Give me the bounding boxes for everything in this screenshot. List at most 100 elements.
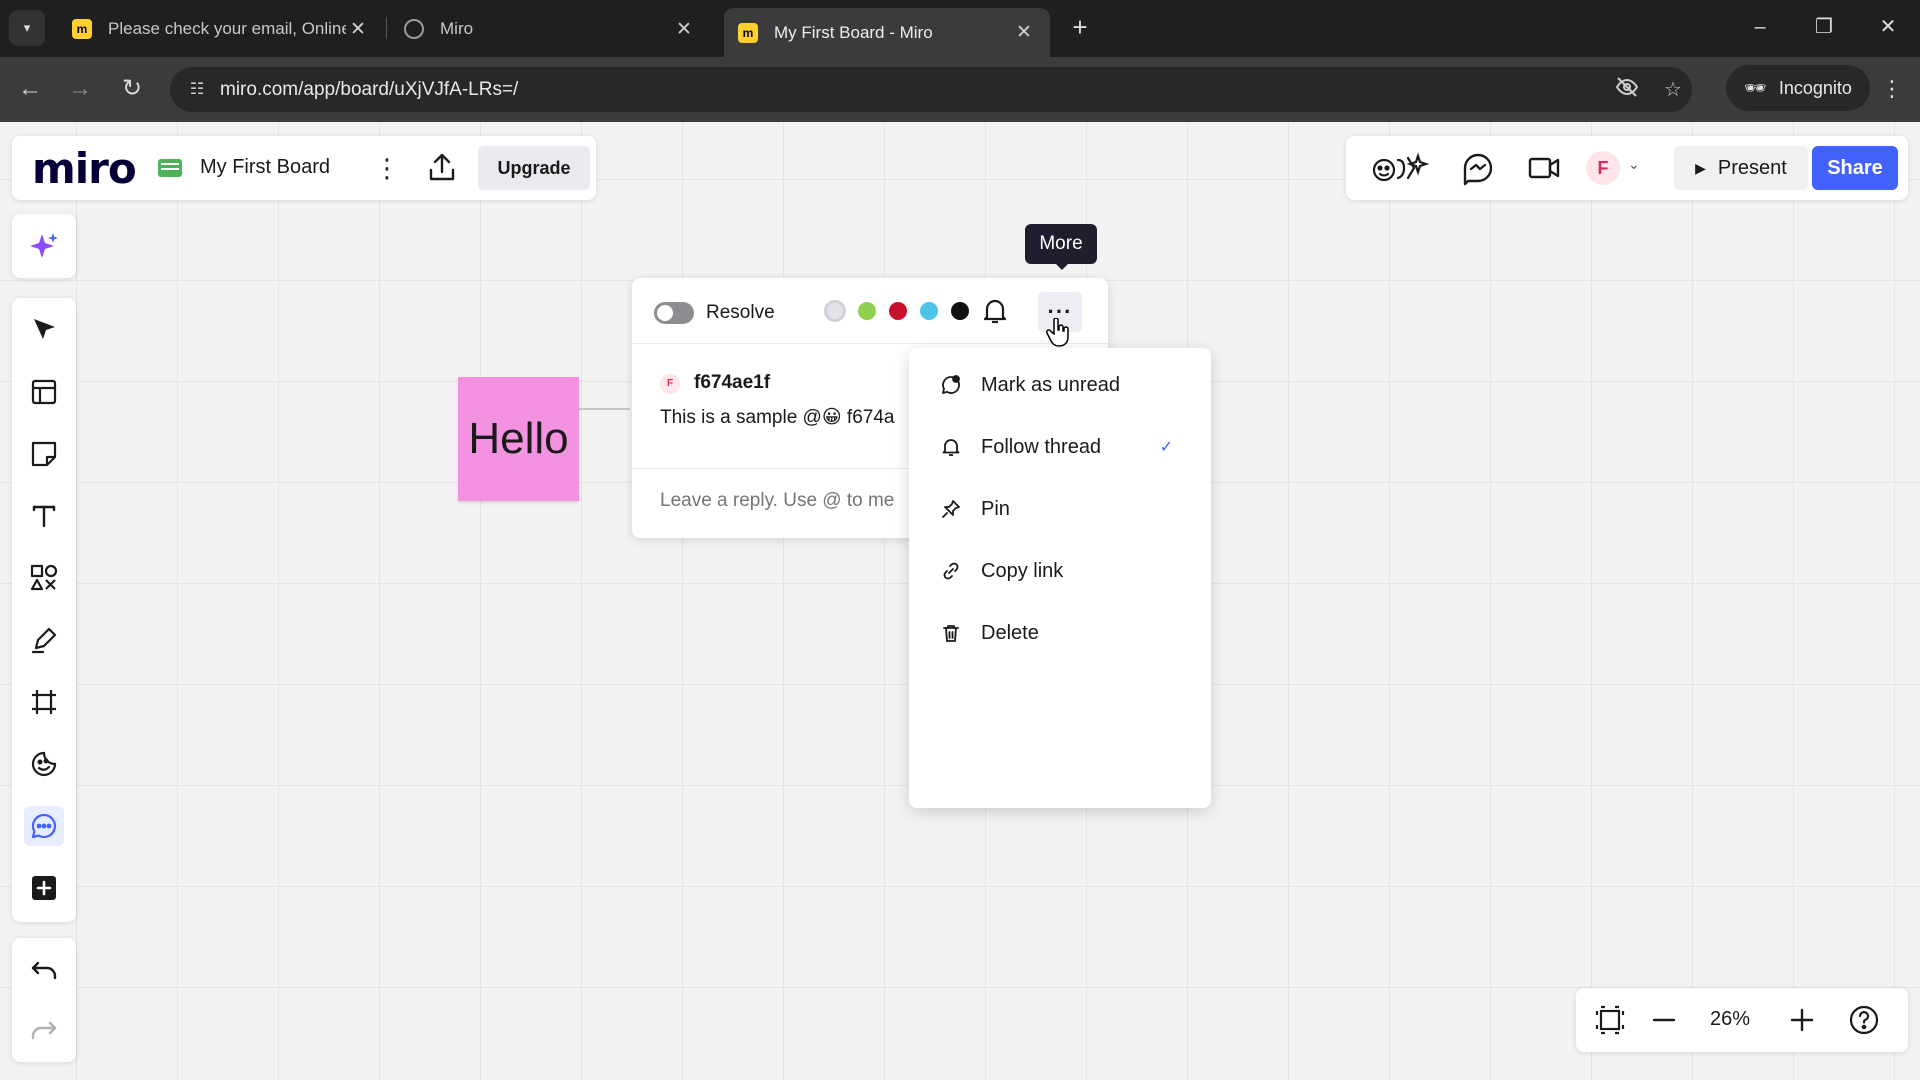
sticky-note[interactable]: Hello xyxy=(458,377,579,501)
reply-input[interactable] xyxy=(660,484,916,518)
zoom-controls: 26% xyxy=(1576,988,1908,1052)
board-name[interactable]: My First Board xyxy=(200,156,330,179)
menu-item-label: Copy link xyxy=(981,559,1064,582)
bell-icon xyxy=(939,435,963,459)
zoom-level[interactable]: 26% xyxy=(1700,1008,1760,1031)
text-icon[interactable] xyxy=(24,496,64,536)
incognito-label: Incognito xyxy=(1778,77,1852,98)
comment-message: This is a sample @😀 f674a xyxy=(660,407,895,428)
browser-toolbar: ← → ↻ ☷ miro.com/app/board/uXjVJfA-LRs=/… xyxy=(0,57,1920,122)
redo-icon[interactable] xyxy=(24,1010,64,1050)
zoom-in-icon[interactable] xyxy=(1784,1002,1820,1038)
browser-tab-3[interactable]: m My First Board - Miro ✕ xyxy=(724,8,1050,57)
tab-close-icon[interactable]: ✕ xyxy=(346,18,370,41)
sparkle-icon[interactable] xyxy=(24,226,64,266)
templates-icon[interactable] xyxy=(24,372,64,412)
share-button[interactable]: Share xyxy=(1812,146,1898,190)
window-close-icon[interactable]: ✕ xyxy=(1868,12,1908,42)
thread-options-menu: Mark as unread Follow thread ✓ Pin Copy … xyxy=(909,348,1211,808)
help-icon[interactable] xyxy=(1846,1002,1882,1038)
select-cursor-icon[interactable] xyxy=(24,310,64,350)
reactions-icon[interactable] xyxy=(1370,150,1430,186)
export-icon[interactable] xyxy=(424,150,460,186)
miro-favicon-icon: m xyxy=(738,22,758,43)
tab-close-icon[interactable]: ✕ xyxy=(1012,21,1036,44)
forward-icon[interactable]: → xyxy=(64,73,96,105)
chat-icon[interactable] xyxy=(1460,150,1496,186)
author-avatar: F xyxy=(660,374,680,394)
board-icon xyxy=(158,159,182,177)
browser-tab-1[interactable]: m Please check your email, Online ✕ xyxy=(58,8,384,50)
tab-separator xyxy=(386,17,387,39)
board-header: miro My First Board ⋮ Upgrade xyxy=(12,136,596,200)
color-option-green[interactable] xyxy=(858,302,876,320)
miro-logo[interactable]: miro xyxy=(32,144,137,193)
sticky-note-icon[interactable] xyxy=(24,434,64,474)
color-option-cyan[interactable] xyxy=(920,302,938,320)
menu-item-delete[interactable]: Delete xyxy=(909,606,1211,660)
menu-item-follow-thread[interactable]: Follow thread ✓ xyxy=(909,420,1211,474)
history-panel xyxy=(12,938,76,1062)
menu-item-copy-link[interactable]: Copy link xyxy=(909,544,1211,598)
pen-icon[interactable] xyxy=(24,620,64,660)
frame-icon[interactable] xyxy=(24,682,64,722)
restore-icon[interactable]: ❐ xyxy=(1804,12,1844,42)
stickers-icon[interactable] xyxy=(24,744,64,784)
bell-icon[interactable] xyxy=(980,296,1010,326)
comment-icon[interactable] xyxy=(24,806,64,846)
menu-item-mark-unread[interactable]: Mark as unread xyxy=(909,358,1211,412)
avatar[interactable]: F xyxy=(1586,151,1620,185)
color-option-grey[interactable] xyxy=(824,300,846,322)
tab-title: Please check your email, Online xyxy=(108,19,346,38)
menu-item-label: Follow thread xyxy=(981,435,1102,458)
thread-header: Resolve ··· xyxy=(632,278,1108,344)
color-option-red[interactable] xyxy=(889,302,907,320)
undo-icon[interactable] xyxy=(24,950,64,990)
present-button[interactable]: ▶ Present xyxy=(1674,146,1808,190)
tab-search-button[interactable]: ▾ xyxy=(9,10,45,46)
address-bar[interactable]: ☷ miro.com/app/board/uXjVJfA-LRs=/ ☆ xyxy=(170,67,1692,112)
site-info-icon[interactable]: ☷ xyxy=(182,75,212,105)
link-icon xyxy=(939,559,963,583)
check-icon: ✓ xyxy=(1159,439,1173,456)
collab-panel: F ⌄ ▶ Present Share xyxy=(1346,136,1908,200)
tab-close-icon[interactable]: ✕ xyxy=(672,18,696,41)
new-tab-button[interactable]: + xyxy=(1065,12,1095,42)
present-label: Present xyxy=(1717,156,1787,179)
back-icon[interactable]: ← xyxy=(14,73,46,105)
color-option-black[interactable] xyxy=(951,302,969,320)
add-more-icon[interactable] xyxy=(24,868,64,908)
menu-item-label: Mark as unread xyxy=(981,373,1120,396)
chevron-down-icon[interactable]: ⌄ xyxy=(1628,156,1640,173)
url-text[interactable]: miro.com/app/board/uXjVJfA-LRs=/ xyxy=(220,79,518,101)
tab-title: My First Board - Miro xyxy=(774,22,933,42)
hand-cursor-icon xyxy=(1046,317,1072,348)
upgrade-button[interactable]: Upgrade xyxy=(478,146,590,190)
eye-off-icon[interactable] xyxy=(1612,75,1642,105)
tab-title: Miro xyxy=(440,19,474,38)
comment-author: f674ae1f xyxy=(694,372,771,393)
menu-item-pin[interactable]: Pin xyxy=(909,482,1211,536)
board-menu-icon[interactable]: ⋮ xyxy=(374,150,400,186)
resolve-label: Resolve xyxy=(706,302,775,323)
video-call-icon[interactable] xyxy=(1526,150,1562,186)
incognito-badge[interactable]: 🕶 Incognito xyxy=(1726,65,1870,111)
minimize-icon[interactable]: – xyxy=(1740,12,1780,42)
reload-icon[interactable]: ↻ xyxy=(116,73,148,105)
more-tooltip: More xyxy=(1025,224,1097,270)
shapes-icon[interactable] xyxy=(24,558,64,598)
board-canvas[interactable]: miro My First Board ⋮ Upgrade F ⌄ ▶ Pres… xyxy=(0,122,1920,1080)
incognito-icon: 🕶 xyxy=(1744,77,1767,98)
browser-tab-2[interactable]: Miro ✕ xyxy=(390,8,710,50)
resolve-toggle[interactable] xyxy=(654,302,694,324)
browser-tabstrip: ▾ m Please check your email, Online ✕ Mi… xyxy=(0,0,1920,57)
browser-menu-icon[interactable]: ⋮ xyxy=(1876,73,1908,105)
zoom-out-icon[interactable] xyxy=(1646,1002,1682,1038)
bookmark-star-icon[interactable]: ☆ xyxy=(1658,75,1688,105)
fit-to-screen-icon[interactable] xyxy=(1592,1002,1628,1038)
ai-assist-panel xyxy=(12,214,76,278)
menu-item-label: Delete xyxy=(981,621,1039,644)
menu-item-label: Pin xyxy=(981,497,1010,520)
play-icon: ▶ xyxy=(1695,159,1706,176)
trash-icon xyxy=(939,621,963,645)
